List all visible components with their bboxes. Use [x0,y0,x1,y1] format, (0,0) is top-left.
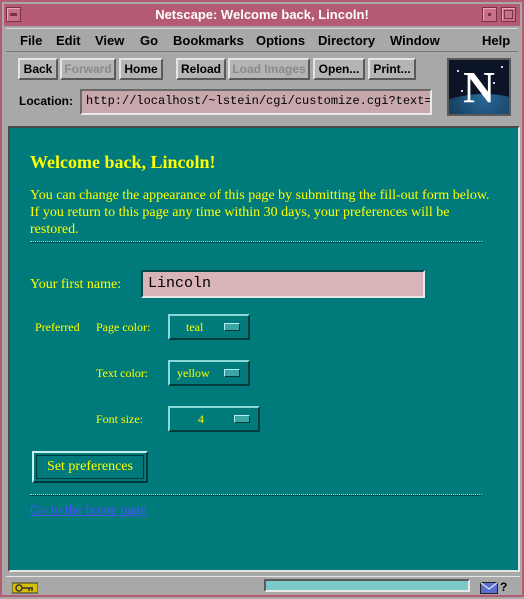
font-size-select[interactable]: 4 [168,406,260,432]
menu-bookmarks[interactable]: Bookmarks [173,33,244,48]
top-divider [30,241,482,243]
load-images-button[interactable]: Load Images [228,58,310,80]
back-button[interactable]: Back [18,58,58,80]
title-bar[interactable]: Netscape: Welcome back, Lincoln! [4,4,520,26]
menu-help[interactable]: Help [482,33,510,48]
font-size-label: Font size: [96,412,143,426]
page-color-label: Page color: [96,320,151,334]
print-button[interactable]: Print... [368,58,416,80]
menu-edit[interactable]: Edit [56,33,81,48]
menu-go[interactable]: Go [140,33,158,48]
menu-options[interactable]: Options [256,33,305,48]
page-content: Welcome back, Lincoln! You can change th… [8,126,520,572]
logo-letter: N [463,63,495,112]
menu-file[interactable]: File [20,33,42,48]
reload-button[interactable]: Reload [176,58,226,80]
home-page-link[interactable]: Go to the home page [30,503,147,519]
text-color-label: Text color: [96,366,149,380]
preferred-label: Preferred [35,320,80,334]
font-size-value: 4 [198,412,204,426]
mail-alert-icon: ? [500,580,508,594]
menu-directory[interactable]: Directory [318,33,375,48]
set-preferences-label: Set preferences [36,455,144,479]
set-preferences-button[interactable]: Set preferences [32,451,148,483]
location-label: Location: [19,94,73,108]
dropdown-indicator-icon [234,415,250,423]
browser-window: Netscape: Welcome back, Lincoln! File Ed… [0,0,524,597]
menu-window[interactable]: Window [390,33,440,48]
menu-bar: File Edit View Go Bookmarks Options Dire… [6,28,518,52]
maximize-icon[interactable] [501,7,516,22]
bottom-divider [30,494,482,496]
text-color-value: yellow [177,366,210,380]
page-color-select[interactable]: teal [168,314,250,340]
first-name-label: Your first name: [30,277,122,292]
dropdown-indicator-icon [224,323,240,331]
forward-button[interactable]: Forward [60,58,116,80]
dropdown-indicator-icon [224,369,240,377]
mail-icon[interactable] [480,581,498,594]
intro-text: You can change the appearance of this pa… [30,188,490,237]
location-input[interactable]: http://localhost/~lstein/cgi/customize.c… [80,89,432,115]
home-button[interactable]: Home [119,58,163,80]
open-button[interactable]: Open... [313,58,365,80]
window-title: Netscape: Welcome back, Lincoln! [155,7,369,22]
security-key-icon[interactable] [11,581,39,594]
first-name-input[interactable]: Lincoln [141,270,425,298]
menu-view[interactable]: View [95,33,124,48]
minimize-icon[interactable] [482,7,497,22]
progress-bar [264,579,470,592]
page-heading: Welcome back, Lincoln! [30,152,216,172]
page-color-value: teal [186,320,204,334]
text-color-select[interactable]: yellow [168,360,250,386]
netscape-logo[interactable]: N [447,58,511,116]
